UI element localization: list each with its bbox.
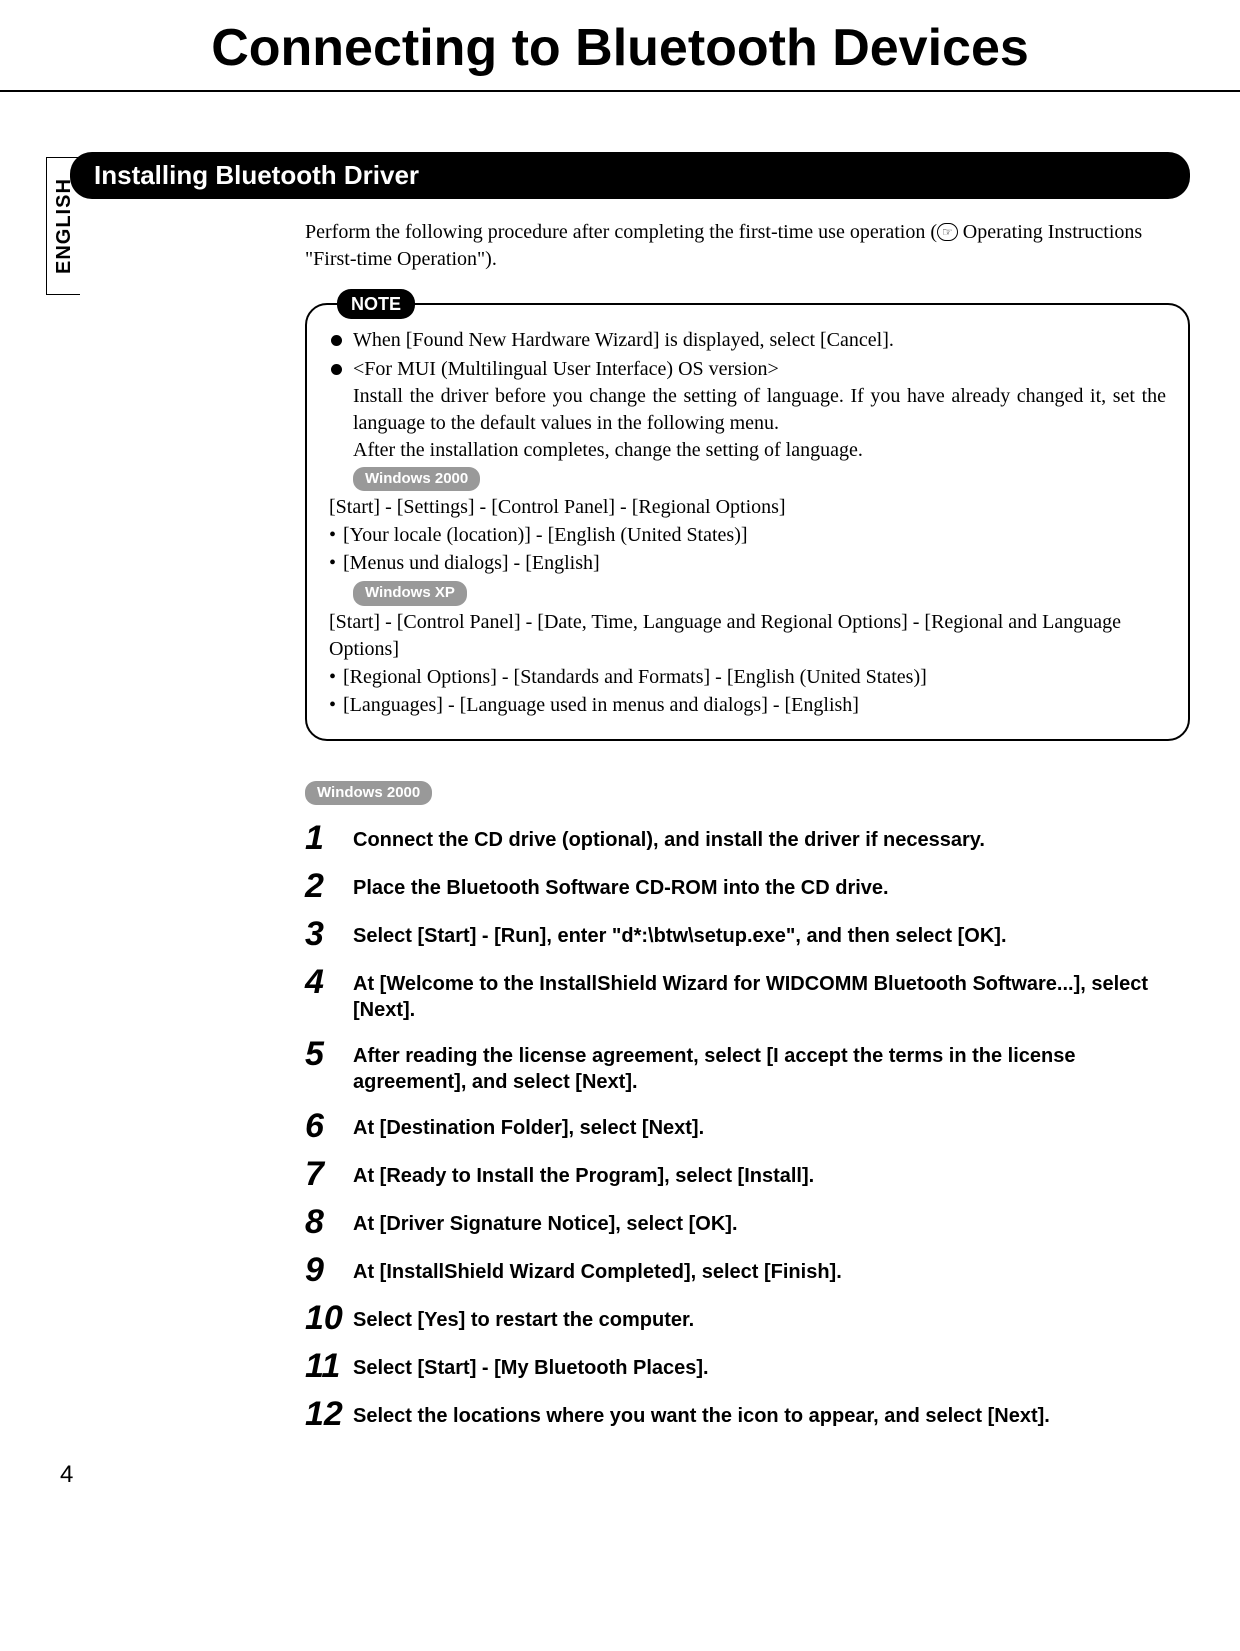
content-column: Perform the following procedure after co… [305, 219, 1190, 1431]
step-text: Connect the CD drive (optional), and ins… [353, 821, 985, 853]
step-item: 1Connect the CD drive (optional), and in… [305, 821, 1190, 855]
step-text: At [Driver Signature Notice], select [OK… [353, 1205, 738, 1237]
section-heading: Installing Bluetooth Driver [70, 152, 1190, 199]
step-number: 10 [305, 1301, 353, 1335]
note-xp-b2: [Languages] - [Language used in menus an… [329, 692, 1166, 719]
os-pill-windows-2000-steps: Windows 2000 [305, 781, 432, 805]
step-text: Select [Start] - [My Bluetooth Places]. [353, 1349, 709, 1381]
intro-paragraph: Perform the following procedure after co… [305, 219, 1190, 273]
intro-text-1: Perform the following procedure after co… [305, 221, 937, 243]
page-title: Connecting to Bluetooth Devices [60, 0, 1180, 90]
note-bullet-1: When [Found New Hardware Wizard] is disp… [329, 327, 1166, 354]
os-pill-windows-2000: Windows 2000 [353, 467, 480, 491]
note-mui-line1: Install the driver before you change the… [353, 383, 1166, 437]
step-number: 11 [305, 1349, 353, 1383]
step-item: 4At [Welcome to the InstallShield Wizard… [305, 965, 1190, 1023]
note-xp-b1: [Regional Options] - [Standards and Form… [329, 664, 1166, 691]
step-number: 3 [305, 917, 353, 951]
note-label: NOTE [337, 289, 415, 319]
note-mui-heading: <For MUI (Multilingual User Interface) O… [353, 356, 1166, 383]
step-item: 3Select [Start] - [Run], enter "d*:\btw\… [305, 917, 1190, 951]
note-xp-path: [Start] - [Control Panel] - [Date, Time,… [329, 609, 1166, 663]
document-page: Connecting to Bluetooth Devices ENGLISH … [0, 0, 1240, 1529]
step-item: 5After reading the license agreement, se… [305, 1037, 1190, 1095]
step-text: At [InstallShield Wizard Completed], sel… [353, 1253, 842, 1285]
step-number: 7 [305, 1157, 353, 1191]
step-text: Select [Start] - [Run], enter "d*:\btw\s… [353, 917, 1007, 949]
page-number: 4 [60, 1461, 1180, 1489]
step-text: Place the Bluetooth Software CD-ROM into… [353, 869, 889, 901]
note-bullet-2: <For MUI (Multilingual User Interface) O… [329, 356, 1166, 719]
reference-icon: ☞ [937, 223, 958, 241]
step-text: Select the locations where you want the … [353, 1397, 1050, 1429]
step-number: 8 [305, 1205, 353, 1239]
step-text: After reading the license agreement, sel… [353, 1037, 1190, 1095]
step-number: 5 [305, 1037, 353, 1071]
step-item: 8At [Driver Signature Notice], select [O… [305, 1205, 1190, 1239]
note-2000-b1: [Your locale (location)] - [English (Uni… [329, 522, 1166, 549]
language-tab: ENGLISH [46, 157, 80, 295]
step-text: At [Destination Folder], select [Next]. [353, 1109, 704, 1141]
step-number: 12 [305, 1397, 353, 1431]
step-item: 9At [InstallShield Wizard Completed], se… [305, 1253, 1190, 1287]
step-item: 7At [Ready to Install the Program], sele… [305, 1157, 1190, 1191]
step-number: 1 [305, 821, 353, 855]
steps-list: 1Connect the CD drive (optional), and in… [305, 821, 1190, 1431]
step-item: 12Select the locations where you want th… [305, 1397, 1190, 1431]
step-item: 11Select [Start] - [My Bluetooth Places]… [305, 1349, 1190, 1383]
step-item: 2Place the Bluetooth Software CD-ROM int… [305, 869, 1190, 903]
step-number: 9 [305, 1253, 353, 1287]
step-text: At [Welcome to the InstallShield Wizard … [353, 965, 1190, 1023]
step-number: 4 [305, 965, 353, 999]
note-2000-b2: [Menus und dialogs] - [English] [329, 550, 1166, 577]
note-box: NOTE When [Found New Hardware Wizard] is… [305, 303, 1190, 741]
step-item: 6At [Destination Folder], select [Next]. [305, 1109, 1190, 1143]
step-text: Select [Yes] to restart the computer. [353, 1301, 694, 1333]
step-number: 6 [305, 1109, 353, 1143]
step-item: 10Select [Yes] to restart the computer. [305, 1301, 1190, 1335]
note-2000-path: [Start] - [Settings] - [Control Panel] -… [329, 494, 1166, 521]
note-mui-line2: After the installation completes, change… [353, 437, 1166, 464]
step-number: 2 [305, 869, 353, 903]
title-underline [0, 90, 1240, 92]
os-pill-windows-xp: Windows XP [353, 581, 467, 605]
step-text: At [Ready to Install the Program], selec… [353, 1157, 814, 1189]
